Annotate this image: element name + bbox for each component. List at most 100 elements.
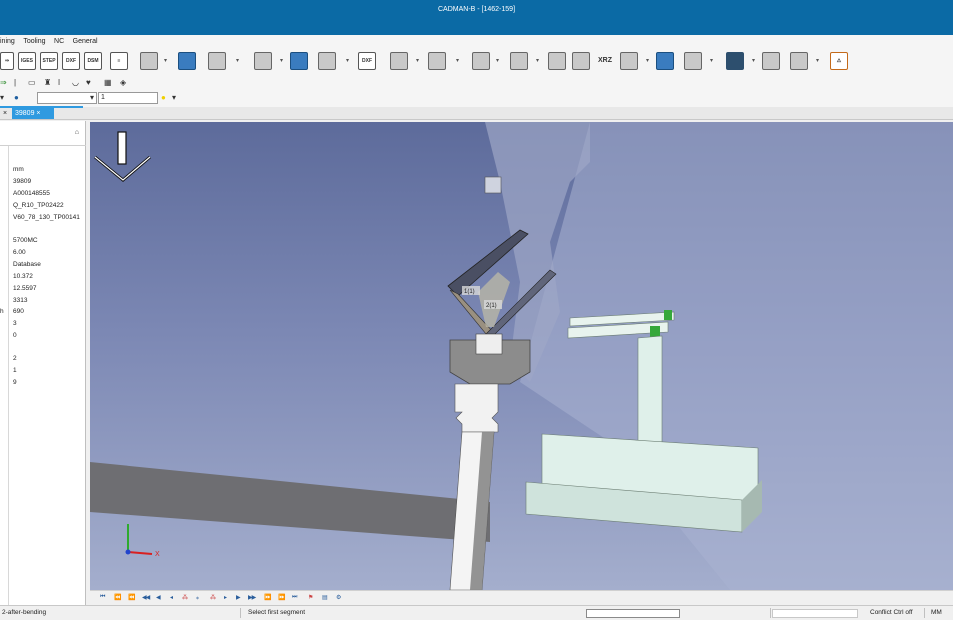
prop-count-d: 1 (13, 367, 17, 374)
chevron-down-icon[interactable]: ▾ (416, 58, 420, 64)
import-dxf-button[interactable]: DXF (62, 52, 80, 70)
prop-punch: Q_R10_TP02422 (13, 202, 64, 209)
panel-column-divider (8, 146, 9, 605)
status-progress-field (772, 609, 858, 618)
part-flat-icon[interactable] (140, 52, 158, 70)
fwd-small-icon[interactable]: ▸ (224, 594, 227, 601)
grid-icon[interactable]: ▦ (104, 78, 113, 87)
axis-x-label: X (155, 551, 160, 558)
chevron-down-icon[interactable]: ▾ (752, 58, 756, 64)
tab-close[interactable]: × (0, 108, 10, 119)
menu-bar: ining Tooling NC General (0, 35, 953, 48)
color-dot-icon[interactable]: ● (161, 93, 170, 102)
axis-origin (125, 549, 131, 555)
settings-small-icon[interactable]: ⚙ (336, 594, 341, 601)
prop-count-e: 9 (13, 379, 17, 386)
document-icon[interactable]: ≡ (110, 52, 128, 70)
open-file-icon[interactable]: ⇒ (0, 52, 14, 70)
sheet-bend-icon[interactable] (318, 52, 336, 70)
last-step-icon[interactable]: ⏭ (292, 594, 298, 601)
chevron-down-icon[interactable]: ▾ (816, 58, 820, 64)
layer-icon[interactable]: ◈ (120, 78, 129, 87)
ruler-icon[interactable]: ▭ (28, 78, 37, 87)
gripper-icon[interactable]: ♥ (86, 78, 95, 87)
info-circle-icon[interactable]: ● (14, 93, 23, 102)
menu-general[interactable]: General (73, 35, 98, 48)
chevron-down-icon[interactable]: ▾ (710, 58, 714, 64)
separator-icon: | (14, 78, 17, 87)
finger-icon[interactable]: ǀ (58, 78, 67, 87)
step-back-icon[interactable]: ◀◀ (142, 594, 150, 601)
conflict-status[interactable]: Conflict Ctrl off (870, 606, 913, 620)
print-icon[interactable] (790, 52, 808, 70)
chevron-down-icon[interactable]: ▾ (646, 58, 650, 64)
status-input-field[interactable] (586, 609, 680, 618)
back-small-icon[interactable]: ◂ (170, 594, 173, 601)
fwd-icon[interactable]: ▶ (236, 594, 241, 601)
tab-39809[interactable]: 39809 × (12, 108, 54, 119)
menu-nc[interactable]: NC (54, 35, 64, 48)
xrz-axes-button[interactable]: XRZ (596, 52, 614, 70)
import-iges-button[interactable]: IGES (18, 52, 36, 70)
simulation-viewport[interactable]: 1(1) 2(1) X (90, 122, 953, 590)
table-icon[interactable] (548, 52, 566, 70)
3d-box-icon[interactable] (178, 52, 196, 70)
tool-check-icon[interactable] (684, 52, 702, 70)
first-step-icon[interactable]: ⏮ (100, 594, 106, 601)
report-icon[interactable]: ▤ (322, 594, 328, 601)
dxf-export-button[interactable]: DXF (358, 52, 376, 70)
chevron-down-icon[interactable]: ▾ (346, 58, 350, 64)
simulate-icon[interactable] (290, 52, 308, 70)
status-separator (770, 608, 771, 618)
tool-setup-icon[interactable] (254, 52, 272, 70)
back-icon[interactable]: ◀ (156, 594, 161, 601)
prop-value-c: 3313 (13, 297, 28, 304)
chevron-down-icon[interactable]: ▾ (496, 58, 500, 64)
document-tabs: × 39809 × (0, 107, 953, 120)
step-fwd-icon[interactable]: ▶▶ (248, 594, 256, 601)
chevron-down-icon[interactable]: ▾ (536, 58, 540, 64)
import-step-button[interactable]: STEP (40, 52, 58, 70)
chevron-down-icon[interactable]: ▾ (172, 93, 181, 102)
bend-mark-icon[interactable]: ⁎ (196, 594, 199, 601)
chevron-down-icon[interactable]: ▾ (456, 58, 460, 64)
menu-tooling[interactable]: Tooling (23, 35, 45, 48)
line-style-combo[interactable] (37, 92, 97, 104)
prop-drawing: A000148555 (13, 190, 50, 197)
marker-back-icon[interactable]: ⁂ (182, 594, 188, 601)
collision-check-icon[interactable]: ⚑ (308, 594, 313, 601)
settings-icon[interactable] (428, 52, 446, 70)
export-nc-icon[interactable] (656, 52, 674, 70)
prop-count-a: 3 (13, 320, 17, 327)
punch-icon[interactable]: ♜ (44, 78, 53, 87)
close-icon[interactable]: × (36, 110, 40, 117)
chevron-down-icon[interactable]: ▾ (164, 58, 168, 64)
measure-icon[interactable] (572, 52, 590, 70)
marker-fwd-icon[interactable]: ⁂ (210, 594, 216, 601)
tab-label: 39809 (15, 110, 35, 117)
prev-bend-icon[interactable]: ⏪ (114, 594, 122, 601)
chevron-down-icon[interactable]: ▾ (0, 93, 9, 102)
display-icon[interactable] (510, 52, 528, 70)
main-toolbar: ⇒ IGES STEP DXF DSM ≡ ▾ ▾ ▾ ▾ DXF ▾ ▾ ▾ … (0, 48, 953, 75)
info-icon[interactable] (762, 52, 780, 70)
rotate-icon[interactable] (620, 52, 638, 70)
die-icon[interactable]: ◡ (72, 78, 81, 87)
chevron-down-icon[interactable]: ▾ (236, 58, 240, 64)
chevron-down-icon[interactable]: ▾ (280, 58, 284, 64)
user-robot-icon[interactable]: ⚠ (830, 52, 848, 70)
prev-step-icon[interactable]: ⏪ (128, 594, 136, 601)
gear-tool-icon[interactable] (390, 52, 408, 70)
next-step-icon[interactable]: ⏩ (264, 594, 272, 601)
arrow-right-icon[interactable]: ⇒ (0, 78, 9, 87)
bend-sequence-icon[interactable] (208, 52, 226, 70)
clamp-block (484, 176, 502, 194)
prop-thickness: 6.00 (13, 249, 26, 256)
import-dsm-button[interactable]: DSM (84, 52, 102, 70)
backgauge-icon[interactable] (472, 52, 490, 70)
pin-icon[interactable]: ⌂ (75, 129, 79, 136)
save-icon[interactable] (726, 52, 744, 70)
menu-machining[interactable]: ining (0, 35, 15, 48)
value-field[interactable]: 1 (98, 92, 158, 104)
next-bend-icon[interactable]: ⏩ (278, 594, 286, 601)
